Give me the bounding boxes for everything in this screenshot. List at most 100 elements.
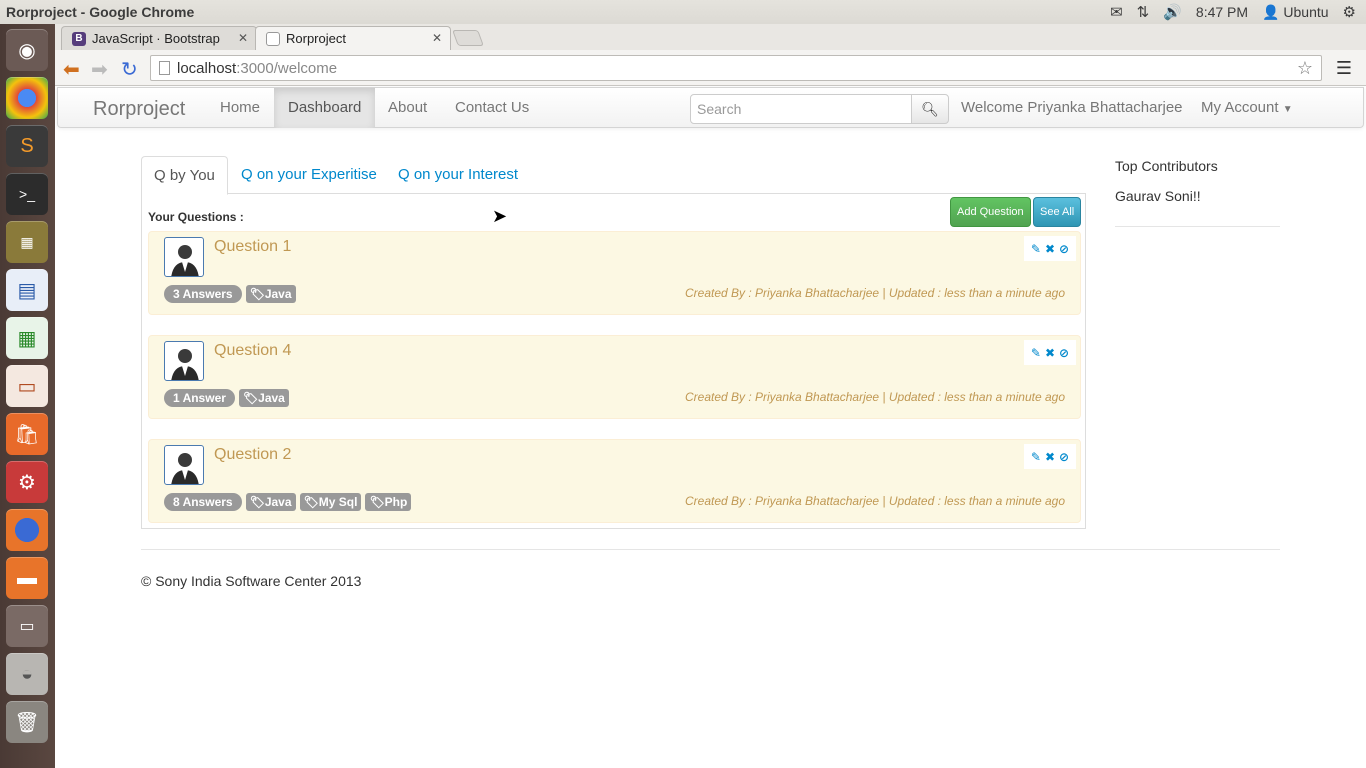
page-icon bbox=[159, 61, 170, 75]
writer-document-icon[interactable]: ▤ bbox=[6, 269, 48, 311]
search-input[interactable] bbox=[690, 94, 912, 124]
nav-dashboard[interactable]: Dashboard bbox=[274, 88, 376, 128]
new-tab-button[interactable] bbox=[452, 30, 484, 46]
network-icon[interactable]: ⇅ bbox=[1137, 3, 1150, 21]
tag-text: Java bbox=[258, 391, 285, 405]
workspace-switcher-icon[interactable]: ▦ bbox=[6, 221, 48, 263]
software-center-icon[interactable]: 🛍 bbox=[6, 413, 48, 455]
site-navbar: Rorproject Home Dashboard About Contact … bbox=[57, 87, 1364, 128]
browser-toolbar: ⬅ ➡ ↻ localhost:3000/welcome ☆ ☰ bbox=[55, 50, 1366, 86]
url-path: :3000/welcome bbox=[236, 60, 338, 77]
impress-presentation-icon[interactable]: ▭ bbox=[6, 365, 48, 407]
system-settings-icon[interactable]: ⚙ bbox=[6, 461, 48, 503]
question-card: Question 1 ✎ ✖ ⊘ 3 Answers 🏷︎Java Create… bbox=[148, 231, 1081, 315]
tag-text: Java bbox=[264, 287, 292, 301]
search-button[interactable]: 🔍︎ bbox=[911, 94, 949, 124]
add-question-button[interactable]: Add Question bbox=[950, 197, 1031, 227]
tag-label[interactable]: 🏷︎Php bbox=[365, 493, 412, 511]
window-title: Rorproject - Google Chrome bbox=[6, 4, 195, 20]
divider bbox=[1115, 226, 1280, 227]
ban-icon[interactable]: ⊘ bbox=[1059, 242, 1069, 256]
delete-icon[interactable]: ✖ bbox=[1045, 450, 1055, 464]
nav-about[interactable]: About bbox=[388, 88, 427, 128]
tab-q-on-expertise[interactable]: Q on your Experitise bbox=[229, 156, 389, 194]
user-menu[interactable]: 👤 Ubuntu bbox=[1262, 4, 1328, 21]
browser-tab-bootstrap[interactable]: B JavaScript · Bootstrap ✕ bbox=[61, 26, 257, 50]
question-meta: Created By : Priyanka Bhattacharjee | Up… bbox=[684, 390, 1065, 404]
answers-count-badge[interactable]: 1 Answer bbox=[164, 389, 235, 407]
disk-drive-icon[interactable]: ◒ bbox=[6, 653, 48, 695]
settings-gear-icon[interactable]: ⚙ bbox=[1343, 3, 1356, 21]
question-tabs: Q by You Q on your Experitise Q on your … bbox=[141, 156, 1086, 195]
chrome-menu-icon[interactable]: ☰ bbox=[1336, 58, 1352, 79]
answers-count-badge[interactable]: 8 Answers bbox=[164, 493, 242, 511]
back-arrow-icon[interactable]: ⬅ bbox=[63, 57, 80, 82]
question-title-link[interactable]: Question 4 bbox=[214, 342, 291, 360]
files-folder-icon[interactable]: ▬ bbox=[6, 557, 48, 599]
contributor-name: Gaurav Soni!! bbox=[1115, 188, 1201, 204]
ban-icon[interactable]: ⊘ bbox=[1059, 346, 1069, 360]
tab-label: JavaScript · Bootstrap bbox=[92, 31, 220, 46]
browser-tabstrip: B JavaScript · Bootstrap ✕ Rorproject ✕ bbox=[55, 24, 1366, 50]
browser-tab-rorproject[interactable]: Rorproject ✕ bbox=[255, 26, 451, 50]
user-icon: 👤 bbox=[1262, 3, 1280, 20]
my-account-dropdown[interactable]: My Account ▼ bbox=[1201, 99, 1293, 116]
welcome-user-text: Welcome Priyanka Bhattacharjee bbox=[961, 99, 1183, 116]
bookmark-star-icon[interactable]: ☆ bbox=[1297, 58, 1313, 79]
answers-count-badge[interactable]: 3 Answers bbox=[164, 285, 242, 303]
close-tab-icon[interactable]: ✕ bbox=[432, 31, 442, 45]
dash-home-icon[interactable]: ◉ bbox=[6, 29, 48, 71]
user-name: Ubuntu bbox=[1283, 3, 1329, 20]
tag-text: My Sql bbox=[318, 495, 358, 509]
ban-icon[interactable]: ⊘ bbox=[1059, 450, 1069, 464]
questions-panel: Your Questions : Add Question See All Qu… bbox=[141, 193, 1086, 529]
caret-down-icon: ▼ bbox=[1282, 104, 1293, 115]
close-tab-icon[interactable]: ✕ bbox=[238, 31, 248, 45]
tag-text: Java bbox=[264, 495, 292, 509]
edit-icon[interactable]: ✎ bbox=[1031, 242, 1041, 256]
url-host: localhost bbox=[177, 60, 237, 77]
question-meta: Created By : Priyanka Bhattacharjee | Up… bbox=[684, 494, 1065, 508]
tag-text: Php bbox=[384, 495, 408, 509]
tab-q-on-interest[interactable]: Q on your Interest bbox=[386, 156, 530, 194]
nav-home[interactable]: Home bbox=[220, 88, 260, 128]
nav-contact-us[interactable]: Contact Us bbox=[455, 88, 529, 128]
edit-icon[interactable]: ✎ bbox=[1031, 450, 1041, 464]
address-bar[interactable]: localhost:3000/welcome ☆ bbox=[150, 55, 1322, 81]
volume-icon[interactable]: 🔊 bbox=[1163, 3, 1182, 21]
edit-icon[interactable]: ✎ bbox=[1031, 346, 1041, 360]
tag-label[interactable]: 🏷︎My Sql bbox=[299, 493, 362, 511]
page-favicon-icon bbox=[266, 32, 280, 46]
tag-label[interactable]: 🏷︎Java bbox=[238, 389, 289, 407]
tab-q-by-you[interactable]: Q by You bbox=[141, 156, 228, 195]
tag-icon: 🏷︎ bbox=[303, 495, 319, 509]
terminal-icon[interactable]: >_ bbox=[6, 173, 48, 215]
question-title-link[interactable]: Question 1 bbox=[214, 238, 291, 256]
sublime-text-icon[interactable]: S bbox=[6, 125, 48, 167]
mouse-cursor-icon: ➤ bbox=[492, 206, 508, 226]
question-title-link[interactable]: Question 2 bbox=[214, 446, 291, 464]
delete-icon[interactable]: ✖ bbox=[1045, 346, 1055, 360]
calc-spreadsheet-icon[interactable]: ▦ bbox=[6, 317, 48, 359]
tag-icon: 🏷︎ bbox=[242, 391, 259, 405]
tag-label[interactable]: 🏷︎Java bbox=[245, 493, 296, 511]
launcher: ◉ S >_ ▦ ▤ ▦ ▭ 🛍 ⚙ ▬ ▭ ◒ 🗑 bbox=[0, 24, 55, 768]
top-contributors-heading: Top Contributors bbox=[1115, 158, 1218, 174]
see-all-button[interactable]: See All bbox=[1033, 197, 1082, 227]
clock[interactable]: 8:47 PM bbox=[1196, 4, 1248, 20]
forward-arrow-icon[interactable]: ➡ bbox=[91, 57, 108, 82]
avatar bbox=[164, 341, 204, 381]
window-icon[interactable]: ▭ bbox=[6, 605, 48, 647]
mail-icon[interactable]: ✉ bbox=[1110, 3, 1123, 21]
brand-link[interactable]: Rorproject bbox=[93, 98, 185, 121]
question-actions: ✎ ✖ ⊘ bbox=[1024, 340, 1076, 365]
trash-icon[interactable]: 🗑 bbox=[6, 701, 48, 743]
chrome-icon[interactable] bbox=[6, 77, 48, 119]
firefox-icon[interactable] bbox=[6, 509, 48, 551]
reload-icon[interactable]: ↻ bbox=[121, 57, 138, 82]
question-card: Question 2 ✎ ✖ ⊘ 8 Answers 🏷︎Java 🏷︎My S… bbox=[148, 439, 1081, 523]
footer-copyright: © Sony India Software Center 2013 bbox=[141, 573, 362, 589]
system-top-panel: Rorproject - Google Chrome ✉ ⇅ 🔊 8:47 PM… bbox=[0, 0, 1366, 24]
delete-icon[interactable]: ✖ bbox=[1045, 242, 1055, 256]
tag-label[interactable]: 🏷︎Java bbox=[245, 285, 296, 303]
